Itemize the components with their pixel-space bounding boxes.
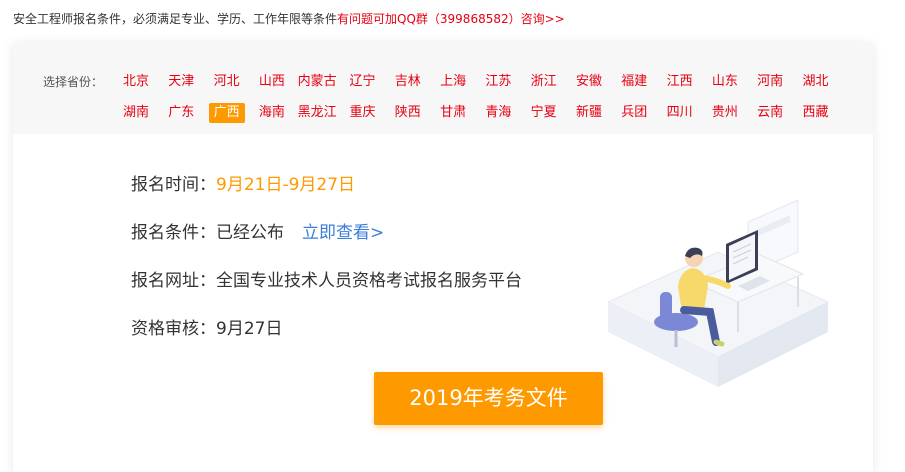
view-now-link[interactable]: 立即查看>	[302, 223, 384, 243]
notice-text: 安全工程师报名条件，必须满足专业、学历、工作年限等条件	[13, 12, 338, 26]
province-1-9[interactable]: 宁夏	[526, 103, 562, 123]
province-1-5[interactable]: 重庆	[345, 103, 381, 123]
province-selector: 选择省份： 北京 天津 河北 山西 内蒙古 辽宁 吉林 上海 江苏 浙江 安徽 福建 江西 山东 河南 湖北湖…	[13, 42, 873, 134]
registration-website: 报名网址：全国专业技术人员资格考试报名服务平台	[131, 270, 522, 292]
registration-condition-label: 报名条件：	[131, 223, 216, 243]
registration-time-value: 9月21日-9月27日	[216, 175, 356, 195]
qualification-review-value: 9月27日	[216, 319, 283, 339]
province-1-8[interactable]: 青海	[480, 103, 516, 123]
registration-website-value[interactable]: 全国专业技术人员资格考试报名服务平台	[216, 271, 522, 291]
exam-documents-button[interactable]: 2019年考务文件	[374, 372, 603, 425]
province-1-3[interactable]: 海南	[254, 103, 290, 123]
registration-time: 报名时间：9月21日-9月27日	[131, 174, 355, 196]
province-0-5[interactable]: 辽宁	[345, 72, 381, 92]
province-1-7[interactable]: 甘肃	[435, 103, 471, 123]
province-1-11[interactable]: 兵团	[616, 103, 652, 123]
province-1-14[interactable]: 云南	[752, 103, 788, 123]
province-0-8[interactable]: 江苏	[480, 72, 516, 92]
person-at-computer-illustration	[598, 182, 833, 397]
province-0-3[interactable]: 山西	[254, 72, 290, 92]
province-0-0[interactable]: 北京	[118, 72, 154, 92]
province-label: 选择省份：	[43, 75, 104, 89]
registration-time-label: 报名时间：	[131, 175, 216, 195]
province-0-14[interactable]: 河南	[752, 72, 788, 92]
qualification-review: 资格审核：9月27日	[131, 318, 282, 340]
province-0-6[interactable]: 吉林	[390, 72, 426, 92]
province-1-12[interactable]: 四川	[662, 103, 698, 123]
province-0-7[interactable]: 上海	[435, 72, 471, 92]
province-1-10[interactable]: 新疆	[571, 103, 607, 123]
province-0-11[interactable]: 福建	[616, 72, 652, 92]
province-1-4[interactable]: 黑龙江	[293, 103, 342, 123]
qualification-review-label: 资格审核：	[131, 319, 216, 339]
province-1-13[interactable]: 贵州	[707, 103, 743, 123]
province-0-12[interactable]: 江西	[662, 72, 698, 92]
registration-condition: 报名条件：已经公布 立即查看>	[131, 222, 384, 244]
province-1-15[interactable]: 西藏	[798, 103, 834, 123]
province-0-13[interactable]: 山东	[707, 72, 743, 92]
province-1-2[interactable]: 广西	[208, 103, 245, 123]
province-0-2[interactable]: 河北	[209, 72, 245, 92]
province-1-1[interactable]: 广东	[163, 103, 199, 123]
registration-website-label: 报名网址：	[131, 271, 216, 291]
qq-group-link[interactable]: 有问题可加QQ群（399868582）咨询>>	[337, 12, 565, 26]
province-0-4[interactable]: 内蒙古	[293, 72, 342, 92]
province-0-10[interactable]: 安徽	[571, 72, 607, 92]
notice-line: 安全工程师报名条件，必须满足专业、学历、工作年限等条件有问题可加QQ群（3998…	[13, 10, 565, 28]
province-0-1[interactable]: 天津	[163, 72, 199, 92]
province-0-15[interactable]: 湖北	[798, 72, 834, 92]
province-1-0[interactable]: 湖南	[118, 103, 154, 123]
province-0-9[interactable]: 浙江	[526, 72, 562, 92]
registration-condition-value: 已经公布	[216, 223, 284, 243]
exam-info-card: 选择省份： 北京 天津 河北 山西 内蒙古 辽宁 吉林 上海 江苏 浙江 安徽 福建 江西 山东 河南 湖北湖…	[13, 42, 873, 472]
province-1-6[interactable]: 陕西	[390, 103, 426, 123]
